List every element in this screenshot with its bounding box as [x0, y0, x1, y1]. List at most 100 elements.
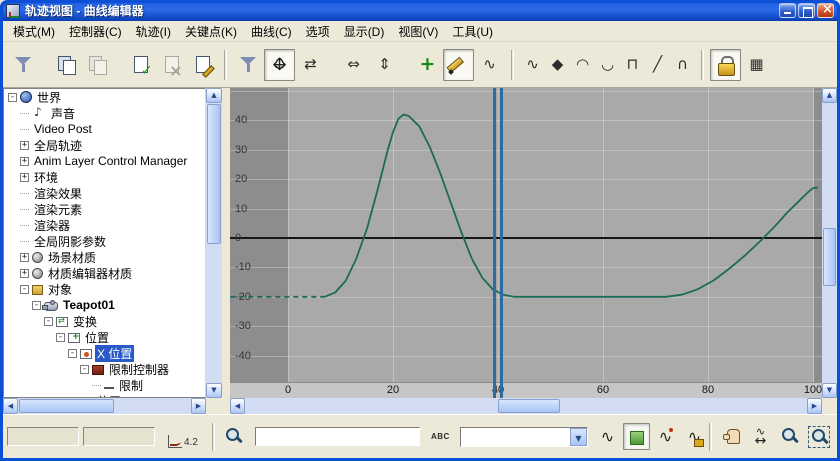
- zoom-selected-object-button[interactable]: [221, 423, 248, 450]
- expander-plus-icon[interactable]: +: [20, 268, 29, 278]
- frame-ruler[interactable]: 0 20 40 60 80 100: [230, 382, 822, 398]
- tree-item-5[interactable]: + 环境: [4, 169, 205, 185]
- menu-item-2[interactable]: 轨迹(I): [129, 21, 178, 42]
- set-tangents-auto-button[interactable]: [520, 49, 545, 81]
- curve-vertical-scrollbar-down-arrow[interactable]: ▼: [822, 383, 837, 398]
- lock-selection-button[interactable]: [710, 48, 741, 81]
- set-tangents-linear-button[interactable]: [645, 49, 670, 81]
- scale-keys-button[interactable]: [338, 49, 369, 81]
- copy-controller-button[interactable]: [51, 49, 82, 81]
- select-by-name-filter-button[interactable]: ABC: [427, 423, 454, 450]
- tree-item-16[interactable]: - X 位置: [4, 344, 205, 362]
- menu-item-3[interactable]: 关键点(K): [178, 21, 244, 42]
- expander-minus-icon[interactable]: -: [20, 284, 29, 294]
- track-set-combo[interactable]: [459, 426, 588, 447]
- tree-vertical-scrollbar-up-arrow[interactable]: ▲: [206, 88, 222, 103]
- tree-item-18[interactable]: 限制: [4, 377, 205, 393]
- curve-horizontal-scrollbar-thumb[interactable]: [498, 399, 560, 413]
- scale-values-button[interactable]: [369, 49, 400, 81]
- delete-controller-button[interactable]: [156, 49, 187, 81]
- tree-item-10[interactable]: + 场景材质: [4, 249, 205, 265]
- set-tangents-step-button[interactable]: [620, 49, 645, 81]
- close-button[interactable]: [817, 2, 834, 18]
- expander-plus-icon[interactable]: +: [20, 252, 29, 262]
- slide-keys-button[interactable]: [295, 49, 326, 81]
- tree-item-0[interactable]: - 世界: [4, 89, 205, 105]
- tree-horizontal-scrollbar-right-arrow[interactable]: ▶: [191, 398, 206, 414]
- snap-frames-button[interactable]: [622, 423, 650, 450]
- menu-item-6[interactable]: 显示(D): [337, 21, 392, 42]
- tree-item-8[interactable]: 渲染器: [4, 217, 205, 233]
- tree-horizontal-scrollbar-thumb[interactable]: [19, 399, 114, 413]
- curve-vertical-scrollbar[interactable]: ▲ ▼: [822, 88, 837, 398]
- tree-item-3[interactable]: + 全局轨迹: [4, 137, 205, 153]
- expander-plus-icon[interactable]: +: [20, 172, 29, 182]
- tree-item-9[interactable]: 全局阴影参数: [4, 233, 205, 249]
- tree-item-7[interactable]: 渲染元素: [4, 201, 205, 217]
- tree-item-15[interactable]: - 位置: [4, 329, 205, 345]
- add-keys-button[interactable]: [412, 49, 443, 81]
- combo-dropdown-button[interactable]: [569, 427, 587, 446]
- tree-item-11[interactable]: + 材质编辑器材质: [4, 265, 205, 281]
- curve-horizontal-scrollbar-right-arrow[interactable]: ▶: [807, 398, 822, 414]
- menu-item-0[interactable]: 模式(M): [6, 21, 62, 42]
- paste-controller-button[interactable]: [82, 49, 113, 81]
- set-tangents-custom-button[interactable]: [545, 49, 570, 81]
- curve-horizontal-scrollbar-left-arrow[interactable]: ◀: [230, 398, 245, 414]
- expander-minus-icon[interactable]: -: [44, 316, 53, 326]
- tree-item-6[interactable]: 渲染效果: [4, 185, 205, 201]
- curve-editor-canvas[interactable]: 40 30 20 10 0 -10 -20 -30 -40 0 20 40 60 80 100: [230, 88, 822, 398]
- set-tangents-smooth-button[interactable]: [670, 49, 695, 81]
- set-tangents-slow-button[interactable]: [595, 49, 620, 81]
- time-slider-line-left[interactable]: [493, 88, 496, 398]
- animation-curve-svg[interactable]: [230, 88, 822, 382]
- curve-horizontal-scrollbar[interactable]: ◀ ▶: [230, 398, 822, 414]
- expander-minus-icon[interactable]: -: [80, 364, 89, 374]
- tree-horizontal-scrollbar-left-arrow[interactable]: ◀: [3, 398, 18, 414]
- expander-minus-icon[interactable]: -: [56, 332, 65, 342]
- move-keys-button[interactable]: [264, 48, 295, 81]
- menu-item-8[interactable]: 工具(U): [445, 21, 500, 42]
- animation-curve[interactable]: [324, 113, 814, 298]
- track-selection-field[interactable]: [254, 427, 420, 446]
- assign-controller-button[interactable]: [125, 49, 156, 81]
- time-slider-line-right[interactable]: [500, 88, 503, 398]
- expander-minus-icon[interactable]: -: [32, 300, 41, 310]
- title-bar[interactable]: 轨迹视图 - 曲线编辑器: [0, 0, 840, 21]
- filters-button[interactable]: [8, 49, 39, 81]
- tree-item-14[interactable]: - 变换: [4, 313, 205, 329]
- expander-minus-icon[interactable]: -: [8, 92, 17, 102]
- tree-item-12[interactable]: - 对象: [4, 281, 205, 297]
- hierarchy-tree[interactable]: - 世界声音Video Post + 全局轨迹 + Anim Layer Control …: [3, 88, 206, 398]
- expander-plus-icon[interactable]: +: [20, 140, 29, 150]
- zoom-region-button[interactable]: [805, 423, 832, 450]
- make-controller-unique-button[interactable]: [187, 49, 218, 81]
- menu-item-7[interactable]: 视图(V): [391, 21, 445, 42]
- panel-splitter[interactable]: [222, 88, 230, 414]
- tree-item-17[interactable]: - 限制控制器: [4, 361, 205, 377]
- zoom-horizontal-extents-button[interactable]: [747, 423, 774, 450]
- tree-item-1[interactable]: 声音: [4, 105, 205, 121]
- maximize-button[interactable]: [798, 3, 815, 18]
- menu-item-1[interactable]: 控制器(C): [62, 21, 129, 42]
- tree-vertical-scrollbar-thumb[interactable]: [207, 104, 221, 244]
- show-selected-key-stats-button[interactable]: [594, 423, 621, 450]
- menu-item-5[interactable]: 选项: [299, 21, 337, 42]
- menu-item-4[interactable]: 曲线(C): [244, 21, 299, 42]
- tree-item-4[interactable]: + Anim Layer Control Manager: [4, 153, 205, 169]
- snap-frames-button[interactable]: [741, 49, 772, 81]
- pan-button[interactable]: [718, 423, 745, 450]
- filter-keys-button[interactable]: [233, 49, 264, 81]
- tree-vertical-scrollbar-down-arrow[interactable]: ▼: [206, 383, 222, 398]
- reduce-keys-button[interactable]: [474, 49, 505, 81]
- curve-vertical-scrollbar-thumb[interactable]: [823, 228, 836, 286]
- curve-vertical-scrollbar-up-arrow[interactable]: ▲: [822, 88, 837, 103]
- tree-horizontal-scrollbar[interactable]: ◀ ▶: [3, 398, 206, 414]
- zoom-button[interactable]: [776, 423, 803, 450]
- tree-item-2[interactable]: Video Post: [4, 121, 205, 137]
- minimize-button[interactable]: [779, 3, 796, 18]
- tree-vertical-scrollbar[interactable]: ▲ ▼: [206, 88, 222, 398]
- key-stats-display[interactable]: 4.2: [168, 426, 198, 448]
- set-tangents-fast-button[interactable]: [570, 49, 595, 81]
- lock-tangents-button[interactable]: [681, 423, 708, 450]
